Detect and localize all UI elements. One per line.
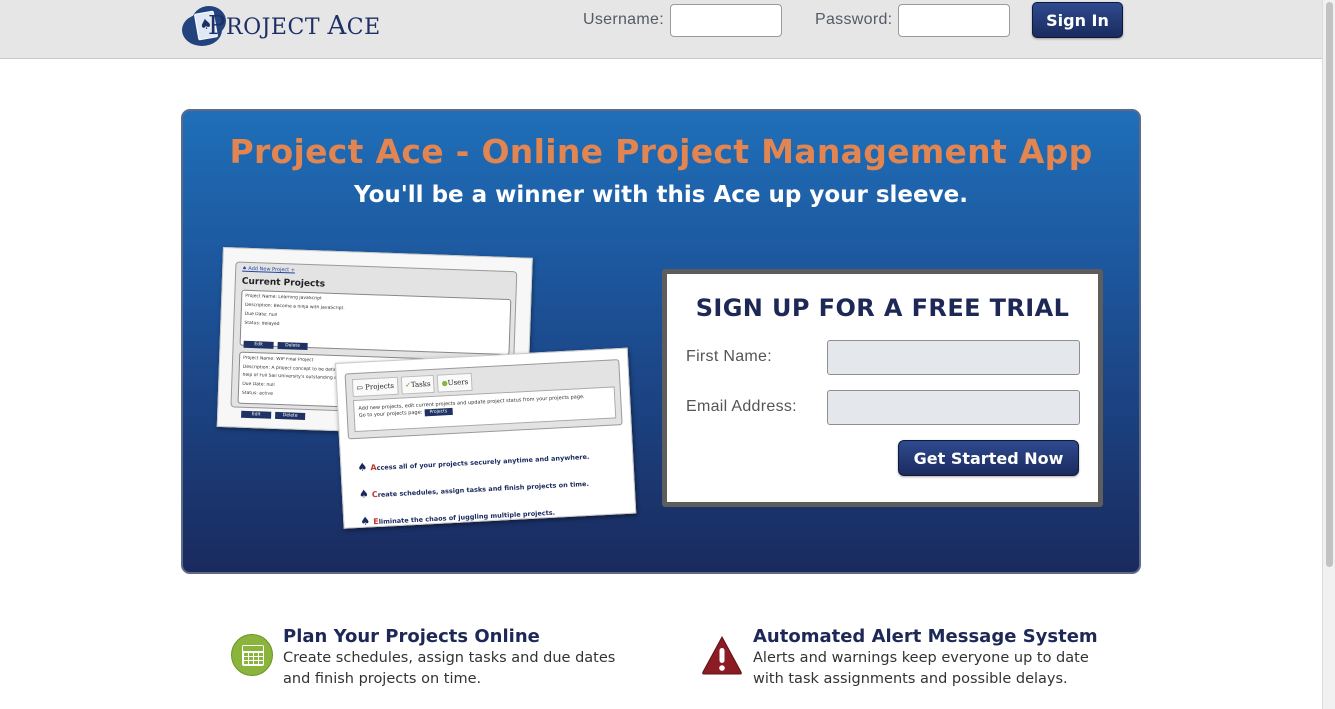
current-projects-heading: Current Projects <box>241 276 326 290</box>
hero-subtitle: You'll be a winner with this Ace up your… <box>354 182 968 208</box>
page-scrollbar[interactable] <box>1322 0 1335 709</box>
sign-in-button[interactable]: Sign In <box>1032 2 1123 38</box>
feature-bullet: ♠ Access all of your projects securely an… <box>357 452 590 474</box>
hero-banner: Project Ace - Online Project Management … <box>181 109 1141 574</box>
scrollbar-thumb[interactable] <box>1326 2 1333 567</box>
top-navigation-bar: ♠ PROJECT ACE Username: Password: Sign I… <box>0 0 1322 59</box>
feature-bullet: ♠ Create schedules, assign tasks and fini… <box>358 479 590 501</box>
tab-tasks: ✓Tasks <box>400 374 436 395</box>
feature-title: Automated Alert Message System <box>753 626 1098 647</box>
password-group: Password: <box>815 2 1011 38</box>
email-label: Email Address: <box>686 398 797 415</box>
add-project-link: ♠ Add New Project + <box>242 265 296 274</box>
first-name-label: First Name: <box>686 348 772 365</box>
features-screenshot-image: ▭ Projects ✓Tasks ●Users Add new project… <box>335 347 637 529</box>
username-label: Username: <box>583 11 664 28</box>
feature-bullet: ♠ Eliminate the chaos of juggling multipl… <box>359 508 556 528</box>
feature-description: Alerts and warnings keep everyone up to … <box>753 650 1089 687</box>
signup-form: SIGN UP FOR A FREE TRIAL First Name: Ema… <box>662 269 1103 507</box>
username-group: Username: <box>583 2 782 38</box>
calendar-icon <box>231 634 273 676</box>
get-started-button[interactable]: Get Started Now <box>898 440 1079 476</box>
alert-icon <box>701 634 743 676</box>
tab-users: ●Users <box>437 372 473 393</box>
project-card: Project Name: Learning JavaScript Descri… <box>239 289 512 356</box>
password-label: Password: <box>815 11 893 28</box>
hero-title: Project Ace - Online Project Management … <box>229 132 1093 171</box>
project-ace-logo[interactable]: ♠ PROJECT ACE <box>182 3 380 49</box>
logo-wordmark: PROJECT ACE <box>208 11 381 41</box>
password-input[interactable] <box>898 3 1011 37</box>
first-name-input[interactable] <box>827 340 1080 375</box>
username-input[interactable] <box>669 3 782 37</box>
feature-description: Create schedules, assign tasks and due d… <box>283 650 616 687</box>
signup-title: SIGN UP FOR A FREE TRIAL <box>695 294 1070 322</box>
tab-projects: ▭ Projects <box>351 376 399 398</box>
email-input[interactable] <box>827 390 1080 425</box>
feature-title: Plan Your Projects Online <box>283 626 540 647</box>
